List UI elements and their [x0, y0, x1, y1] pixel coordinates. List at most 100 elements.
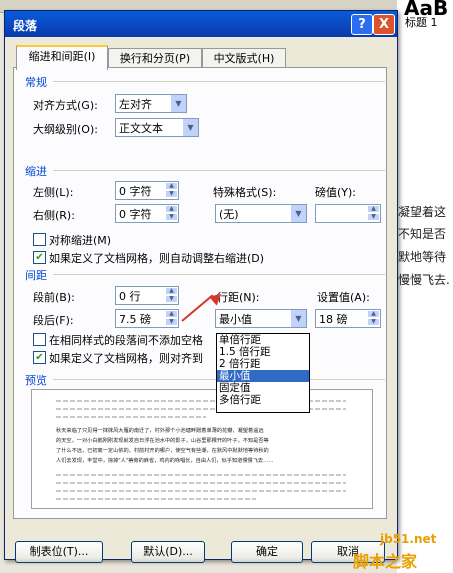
- spin-up-icon[interactable]: ▲: [165, 182, 178, 190]
- preview-sample-line: 秋天来临了只见得一抹抹风大雁的南迁了，村外那个小池塘畔蹭着单薄的花瓣，凝望着遥远: [56, 428, 264, 434]
- snap-to-grid-checkbox[interactable]: ✔: [33, 351, 46, 364]
- outline-level-select[interactable]: 正文文本 ▼: [115, 118, 199, 137]
- spin-down-icon[interactable]: ▼: [165, 295, 178, 303]
- dialog-title: 段落: [13, 19, 38, 33]
- spin-up-icon[interactable]: ▲: [367, 205, 380, 213]
- spacing-at-value: 18 磅: [319, 313, 348, 326]
- close-button[interactable]: X: [373, 14, 395, 35]
- spinner[interactable]: ▲ ▼: [367, 205, 380, 222]
- preview-next-paragraph: [56, 482, 346, 484]
- tab-asian-typography[interactable]: 中文版式(H): [202, 48, 286, 68]
- ok-button[interactable]: 确定: [231, 541, 303, 563]
- indent-left-value: 0 字符: [119, 185, 152, 198]
- group-indentation-heading: 缩进: [25, 165, 47, 178]
- spin-down-icon[interactable]: ▼: [165, 190, 178, 198]
- auto-adjust-label: 如果定义了文档网格，则自动调整右缩进(D): [49, 252, 265, 265]
- spin-down-icon[interactable]: ▼: [165, 213, 178, 221]
- indent-right-value: 0 字符: [119, 208, 152, 221]
- group-spacing-heading: 间距: [25, 269, 47, 282]
- line-spacing-option[interactable]: 单倍行距: [217, 334, 309, 346]
- tab-indents-spacing[interactable]: 缩进和间距(I): [16, 45, 108, 70]
- preview-sample-line: 人们去发现，丰堂中，掠掉"人"蒂旁的麻雀，鸡内的咏唱长，自由人们，似乎知道慢慢飞…: [56, 458, 274, 464]
- line-spacing-option[interactable]: 1.5 倍行距: [217, 346, 309, 358]
- line-spacing-option[interactable]: 多倍行距: [217, 394, 309, 406]
- indent-by-label: 磅值(Y):: [315, 186, 357, 199]
- doc-text-fragment: 慢慢飞去.: [398, 273, 450, 287]
- style-preview-label[interactable]: 标题 1: [405, 14, 438, 30]
- special-indent-select[interactable]: (无) ▼: [215, 204, 307, 223]
- preview-sample-line: 了什么不远，已初离一定山依的，村前村开的哪户，使空气有些潮，在默风中默默地等待秋…: [56, 448, 269, 454]
- outline-level-value: 正文文本: [119, 122, 163, 135]
- spin-down-icon[interactable]: ▼: [367, 213, 380, 221]
- mirror-indent-checkbox[interactable]: [33, 233, 46, 246]
- spinner[interactable]: ▲ ▼: [165, 310, 178, 327]
- space-before-input[interactable]: 0 行 ▲ ▼: [115, 286, 179, 305]
- space-after-value: 7.5 磅: [119, 313, 151, 326]
- default-button[interactable]: 默认(D)...: [131, 541, 205, 563]
- help-button[interactable]: ?: [351, 14, 373, 35]
- spin-up-icon[interactable]: ▲: [165, 205, 178, 213]
- alignment-label: 对齐方式(G):: [33, 99, 98, 112]
- preview-sample-line: 的天空，一对小白鹅刚刚发现就发自日浮在池水中的影子，山谷里那棵开的叶子，不知是否…: [56, 438, 269, 444]
- spinner[interactable]: ▲ ▼: [165, 205, 178, 222]
- preview-box: 秋天来临了只见得一抹抹风大雁的南迁了，村外那个小池塘畔蹭着单薄的花瓣，凝望着遥远…: [31, 389, 373, 509]
- spinner[interactable]: ▲ ▼: [367, 310, 380, 327]
- spinner[interactable]: ▲ ▼: [165, 287, 178, 304]
- snap-to-grid-label: 如果定义了文档网格，则对齐到: [49, 352, 203, 365]
- doc-text-fragment: 默地等待: [398, 250, 447, 264]
- mirror-indent-label: 对称缩进(M): [49, 234, 112, 247]
- chevron-down-icon[interactable]: ▼: [182, 119, 198, 136]
- indent-by-input[interactable]: ▲ ▼: [315, 204, 381, 223]
- line-spacing-option-selected[interactable]: 最小值: [217, 370, 309, 382]
- spacing-at-label: 设置值(A):: [317, 291, 370, 304]
- no-space-same-style-checkbox[interactable]: [33, 333, 46, 346]
- auto-adjust-checkbox[interactable]: ✔: [33, 251, 46, 264]
- space-after-label: 段后(F):: [33, 314, 74, 327]
- indent-left-label: 左侧(L):: [33, 186, 74, 199]
- preview-prev-paragraph: [56, 416, 206, 418]
- alignment-value: 左对齐: [119, 98, 152, 111]
- group-preview-heading: 预览: [25, 374, 47, 387]
- group-general-heading: 常规: [25, 76, 47, 89]
- preview-next-paragraph: [56, 474, 346, 476]
- line-spacing-option[interactable]: 2 倍行距: [217, 358, 309, 370]
- spinner[interactable]: ▲ ▼: [165, 182, 178, 199]
- preview-sample-text: 秋天来临了只见得一抹抹风大雁的南迁了，村外那个小池塘畔蹭着单薄的花瓣，凝望着遥远…: [56, 426, 348, 466]
- chevron-down-icon[interactable]: ▼: [290, 310, 306, 327]
- spin-up-icon[interactable]: ▲: [367, 310, 380, 318]
- alignment-select[interactable]: 左对齐 ▼: [115, 94, 187, 113]
- indent-right-label: 右侧(R):: [33, 209, 75, 222]
- space-before-label: 段前(B):: [33, 291, 75, 304]
- preview-next-paragraph: [56, 490, 346, 492]
- doc-text-fragment: 不知是否: [398, 227, 447, 241]
- spin-down-icon[interactable]: ▼: [165, 318, 178, 326]
- outline-level-label: 大纲级别(O):: [33, 123, 98, 136]
- preview-next-paragraph: [56, 498, 256, 500]
- line-spacing-value: 最小值: [219, 313, 252, 326]
- special-indent-value: (无): [219, 208, 239, 221]
- spin-up-icon[interactable]: ▲: [165, 310, 178, 318]
- watermark-site: jb51.net: [380, 532, 437, 546]
- chevron-down-icon[interactable]: ▼: [170, 95, 186, 112]
- spin-up-icon[interactable]: ▲: [165, 287, 178, 295]
- spin-down-icon[interactable]: ▼: [367, 318, 380, 326]
- line-spacing-dropdown-list: 单倍行距 1.5 倍行距 2 倍行距 最小值 固定值 多倍行距: [216, 333, 310, 413]
- special-indent-label: 特殊格式(S):: [213, 186, 277, 199]
- doc-text-fragment: 凝望着这: [398, 205, 447, 219]
- tab-line-page-breaks[interactable]: 换行和分页(P): [108, 48, 202, 68]
- indent-right-input[interactable]: 0 字符 ▲ ▼: [115, 204, 179, 223]
- watermark-name: 脚本之家: [353, 552, 418, 571]
- paragraph-dialog: 段落 ? X 缩进和间距(I) 换行和分页(P) 中文版式(H) 常规 对齐方式…: [4, 10, 398, 563]
- divider: [53, 274, 385, 275]
- space-before-value: 0 行: [119, 290, 141, 303]
- dialog-titlebar[interactable]: 段落 ? X: [5, 11, 397, 37]
- indent-left-input[interactable]: 0 字符 ▲ ▼: [115, 181, 179, 200]
- chevron-down-icon[interactable]: ▼: [290, 205, 306, 222]
- no-space-same-style-label: 在相同样式的段落间不添加空格: [49, 334, 203, 347]
- tabs-button[interactable]: 制表位(T)...: [15, 541, 103, 563]
- spacing-at-input[interactable]: 18 磅 ▲ ▼: [315, 309, 381, 328]
- divider: [53, 81, 385, 82]
- line-spacing-option[interactable]: 固定值: [217, 382, 309, 394]
- line-spacing-select[interactable]: 最小值 ▼: [215, 309, 307, 328]
- space-after-input[interactable]: 7.5 磅 ▲ ▼: [115, 309, 179, 328]
